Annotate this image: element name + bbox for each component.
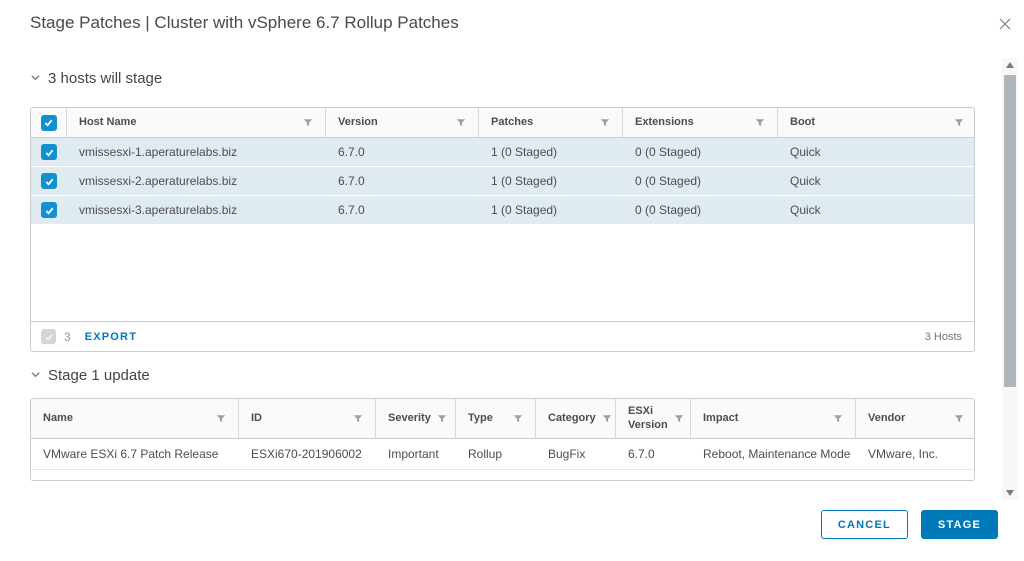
extensions-cell: 0 (0 Staged) bbox=[623, 145, 778, 159]
scrollbar-thumb[interactable] bbox=[1004, 75, 1016, 387]
footer-selected-checkbox bbox=[41, 329, 56, 344]
column-header-id[interactable]: ID bbox=[239, 399, 376, 438]
extensions-cell: 0 (0 Staged) bbox=[623, 203, 778, 217]
table-row[interactable]: VMware ESXi 6.7 Patch Release ESXi670-20… bbox=[31, 439, 974, 470]
filter-icon[interactable] bbox=[437, 414, 447, 424]
filter-icon[interactable] bbox=[216, 414, 226, 424]
column-header-patches[interactable]: Patches bbox=[479, 108, 623, 137]
hosts-table-footer: 3 EXPORT 3 Hosts bbox=[31, 321, 974, 351]
column-header-version[interactable]: Version bbox=[326, 108, 479, 137]
export-button[interactable]: EXPORT bbox=[85, 331, 137, 343]
filter-icon[interactable] bbox=[674, 414, 684, 424]
version-cell: 6.7.0 bbox=[326, 174, 479, 188]
column-header-host-name[interactable]: Host Name bbox=[67, 108, 326, 137]
selected-count: 3 bbox=[64, 330, 71, 344]
column-header-category[interactable]: Category bbox=[536, 399, 616, 438]
row-checkbox[interactable] bbox=[41, 202, 57, 218]
close-icon[interactable] bbox=[994, 14, 1016, 36]
chevron-down-icon bbox=[30, 367, 41, 384]
boot-cell: Quick bbox=[778, 145, 976, 159]
vendor-cell: VMware, Inc. bbox=[856, 447, 976, 461]
version-cell: 6.7.0 bbox=[326, 203, 479, 217]
column-header-boot[interactable]: Boot bbox=[778, 108, 976, 137]
host-name-cell: vmissesxi-2.aperaturelabs.biz bbox=[67, 174, 326, 188]
table-row[interactable]: vmissesxi-1.aperaturelabs.biz 6.7.0 1 (0… bbox=[31, 138, 974, 167]
row-checkbox[interactable] bbox=[41, 144, 57, 160]
total-hosts-label: 3 Hosts bbox=[925, 331, 962, 343]
impact-cell: Reboot, Maintenance Mode bbox=[691, 447, 856, 461]
stage-button[interactable]: STAGE bbox=[921, 510, 998, 539]
patches-cell: 1 (0 Staged) bbox=[479, 174, 623, 188]
dialog-title: Stage Patches | Cluster with vSphere 6.7… bbox=[30, 13, 459, 33]
table-row[interactable]: vmissesxi-3.aperaturelabs.biz 6.7.0 1 (0… bbox=[31, 196, 974, 225]
hosts-table-header: Host Name Version Patches Extensions Boo… bbox=[31, 108, 974, 138]
dialog-scrollbar[interactable] bbox=[1002, 58, 1018, 500]
update-id-cell: ESXi670-201906002 bbox=[239, 447, 376, 461]
boot-cell: Quick bbox=[778, 203, 976, 217]
filter-icon[interactable] bbox=[755, 118, 765, 128]
patches-cell: 1 (0 Staged) bbox=[479, 203, 623, 217]
hosts-section-title: 3 hosts will stage bbox=[48, 70, 162, 87]
category-cell: BugFix bbox=[536, 447, 616, 461]
scroll-up-icon[interactable] bbox=[1002, 58, 1018, 72]
dialog-actions: CANCEL STAGE bbox=[821, 510, 998, 539]
hosts-table: Host Name Version Patches Extensions Boo… bbox=[30, 107, 975, 352]
extensions-cell: 0 (0 Staged) bbox=[623, 174, 778, 188]
filter-icon[interactable] bbox=[600, 118, 610, 128]
chevron-down-icon bbox=[30, 70, 41, 87]
column-header-vendor[interactable]: Vendor bbox=[856, 399, 976, 438]
filter-icon[interactable] bbox=[954, 414, 964, 424]
update-name-cell: VMware ESXi 6.7 Patch Release bbox=[31, 447, 239, 461]
filter-icon[interactable] bbox=[513, 414, 523, 424]
column-header-impact[interactable]: Impact bbox=[691, 399, 856, 438]
filter-icon[interactable] bbox=[303, 118, 313, 128]
updates-table: Name ID Severity Type Category ESXi Vers… bbox=[30, 398, 975, 481]
boot-cell: Quick bbox=[778, 174, 976, 188]
table-row[interactable]: vmissesxi-2.aperaturelabs.biz 6.7.0 1 (0… bbox=[31, 167, 974, 196]
severity-cell: Important bbox=[376, 447, 456, 461]
update-section-title: Stage 1 update bbox=[48, 367, 150, 384]
select-all-cell bbox=[31, 108, 67, 137]
select-all-checkbox[interactable] bbox=[41, 115, 57, 131]
hosts-section-header[interactable]: 3 hosts will stage bbox=[30, 70, 162, 87]
column-header-esxi-version[interactable]: ESXi Version bbox=[616, 399, 691, 438]
column-header-type[interactable]: Type bbox=[456, 399, 536, 438]
type-cell: Rollup bbox=[456, 447, 536, 461]
filter-icon[interactable] bbox=[833, 414, 843, 424]
column-header-name[interactable]: Name bbox=[31, 399, 239, 438]
filter-icon[interactable] bbox=[456, 118, 466, 128]
stage-patches-dialog: Stage Patches | Cluster with vSphere 6.7… bbox=[0, 0, 1024, 561]
filter-icon[interactable] bbox=[602, 414, 612, 424]
cancel-button[interactable]: CANCEL bbox=[821, 510, 908, 539]
esxi-version-cell: 6.7.0 bbox=[616, 447, 691, 461]
scroll-down-icon[interactable] bbox=[1002, 486, 1018, 500]
update-section-header[interactable]: Stage 1 update bbox=[30, 367, 150, 384]
column-header-extensions[interactable]: Extensions bbox=[623, 108, 778, 137]
row-checkbox[interactable] bbox=[41, 173, 57, 189]
filter-icon[interactable] bbox=[353, 414, 363, 424]
updates-table-header: Name ID Severity Type Category ESXi Vers… bbox=[31, 399, 974, 439]
version-cell: 6.7.0 bbox=[326, 145, 479, 159]
patches-cell: 1 (0 Staged) bbox=[479, 145, 623, 159]
column-header-severity[interactable]: Severity bbox=[376, 399, 456, 438]
host-name-cell: vmissesxi-1.aperaturelabs.biz bbox=[67, 145, 326, 159]
filter-icon[interactable] bbox=[954, 118, 964, 128]
host-name-cell: vmissesxi-3.aperaturelabs.biz bbox=[67, 203, 326, 217]
